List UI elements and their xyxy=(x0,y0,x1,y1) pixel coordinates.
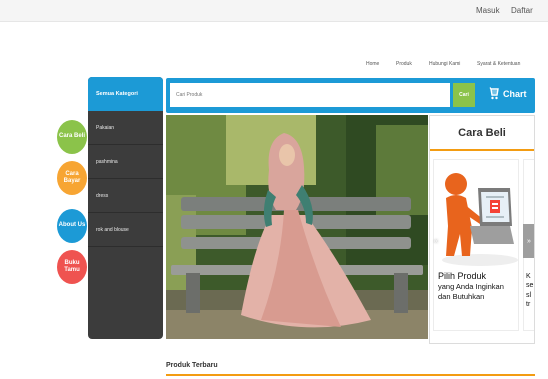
cart-button[interactable]: Chart xyxy=(489,87,527,100)
top-bar: Masuk Daftar xyxy=(0,0,548,22)
category-sidebar: Semua Kategori Pakaian pashmina dress ro… xyxy=(88,77,163,339)
category-item-dress[interactable]: dress xyxy=(88,179,163,213)
cara-beli-caption: Pilih Produk yang Anda Inginkan dan Butu… xyxy=(438,270,504,302)
search-input[interactable] xyxy=(170,83,450,107)
slider-next-arrow[interactable]: » xyxy=(523,224,534,258)
category-header[interactable]: Semua Kategori xyxy=(88,77,163,111)
cara-beli-title: Cara Beli xyxy=(430,116,534,151)
nav-home[interactable]: Home xyxy=(366,61,379,67)
register-link[interactable]: Daftar xyxy=(511,6,533,15)
category-item-pashmina[interactable]: pashmina xyxy=(88,145,163,179)
search-bar: Cari Chart xyxy=(166,78,535,113)
cart-icon xyxy=(489,87,499,100)
peek-line-3: sl xyxy=(526,291,532,299)
nav-produk[interactable]: Produk xyxy=(396,61,412,67)
category-item-pakaian[interactable]: Pakaian xyxy=(88,111,163,145)
nav-syarat-ketentuan[interactable]: Syarat & Ketentuan xyxy=(477,61,520,67)
hero-photo xyxy=(166,115,428,339)
slider-prev-arrow[interactable]: « xyxy=(430,224,442,258)
category-item-rok-blouse[interactable]: rok and blouse xyxy=(88,213,163,247)
section-divider xyxy=(166,374,535,376)
nav-hubungi-kami[interactable]: Hubungi Kami xyxy=(429,61,460,67)
search-button[interactable]: Cari xyxy=(453,83,475,107)
cara-beli-slide: Pilih Produk yang Anda Inginkan dan Butu… xyxy=(433,159,519,331)
about-us-button[interactable]: About Us xyxy=(57,209,87,243)
main-nav: Home Produk Hubungi Kami Syarat & Ketent… xyxy=(0,61,548,71)
cara-bayar-button[interactable]: Cara Bayar xyxy=(57,161,87,195)
hero-banner[interactable] xyxy=(166,115,428,339)
cara-beli-button[interactable]: Cara Beli xyxy=(57,120,87,154)
cara-beli-panel: Cara Beli Pilih Produk yang Anda Inginka… xyxy=(429,115,535,344)
illustration-person-laptop xyxy=(442,173,518,266)
peek-line-1: K xyxy=(526,273,531,280)
login-link[interactable]: Masuk xyxy=(476,6,500,15)
buku-tamu-button[interactable]: Buku Tamu xyxy=(57,250,87,284)
peek-line-4: tr xyxy=(526,301,531,309)
caption-line-1: Pilih Produk xyxy=(438,271,487,281)
section-title: Produk Terbaru xyxy=(166,362,218,369)
caption-line-2: yang Anda Inginkan xyxy=(438,282,504,292)
peek-line-2: se xyxy=(526,282,534,290)
cart-label: Chart xyxy=(503,88,527,99)
caption-line-3: dan Butuhkan xyxy=(438,292,485,302)
